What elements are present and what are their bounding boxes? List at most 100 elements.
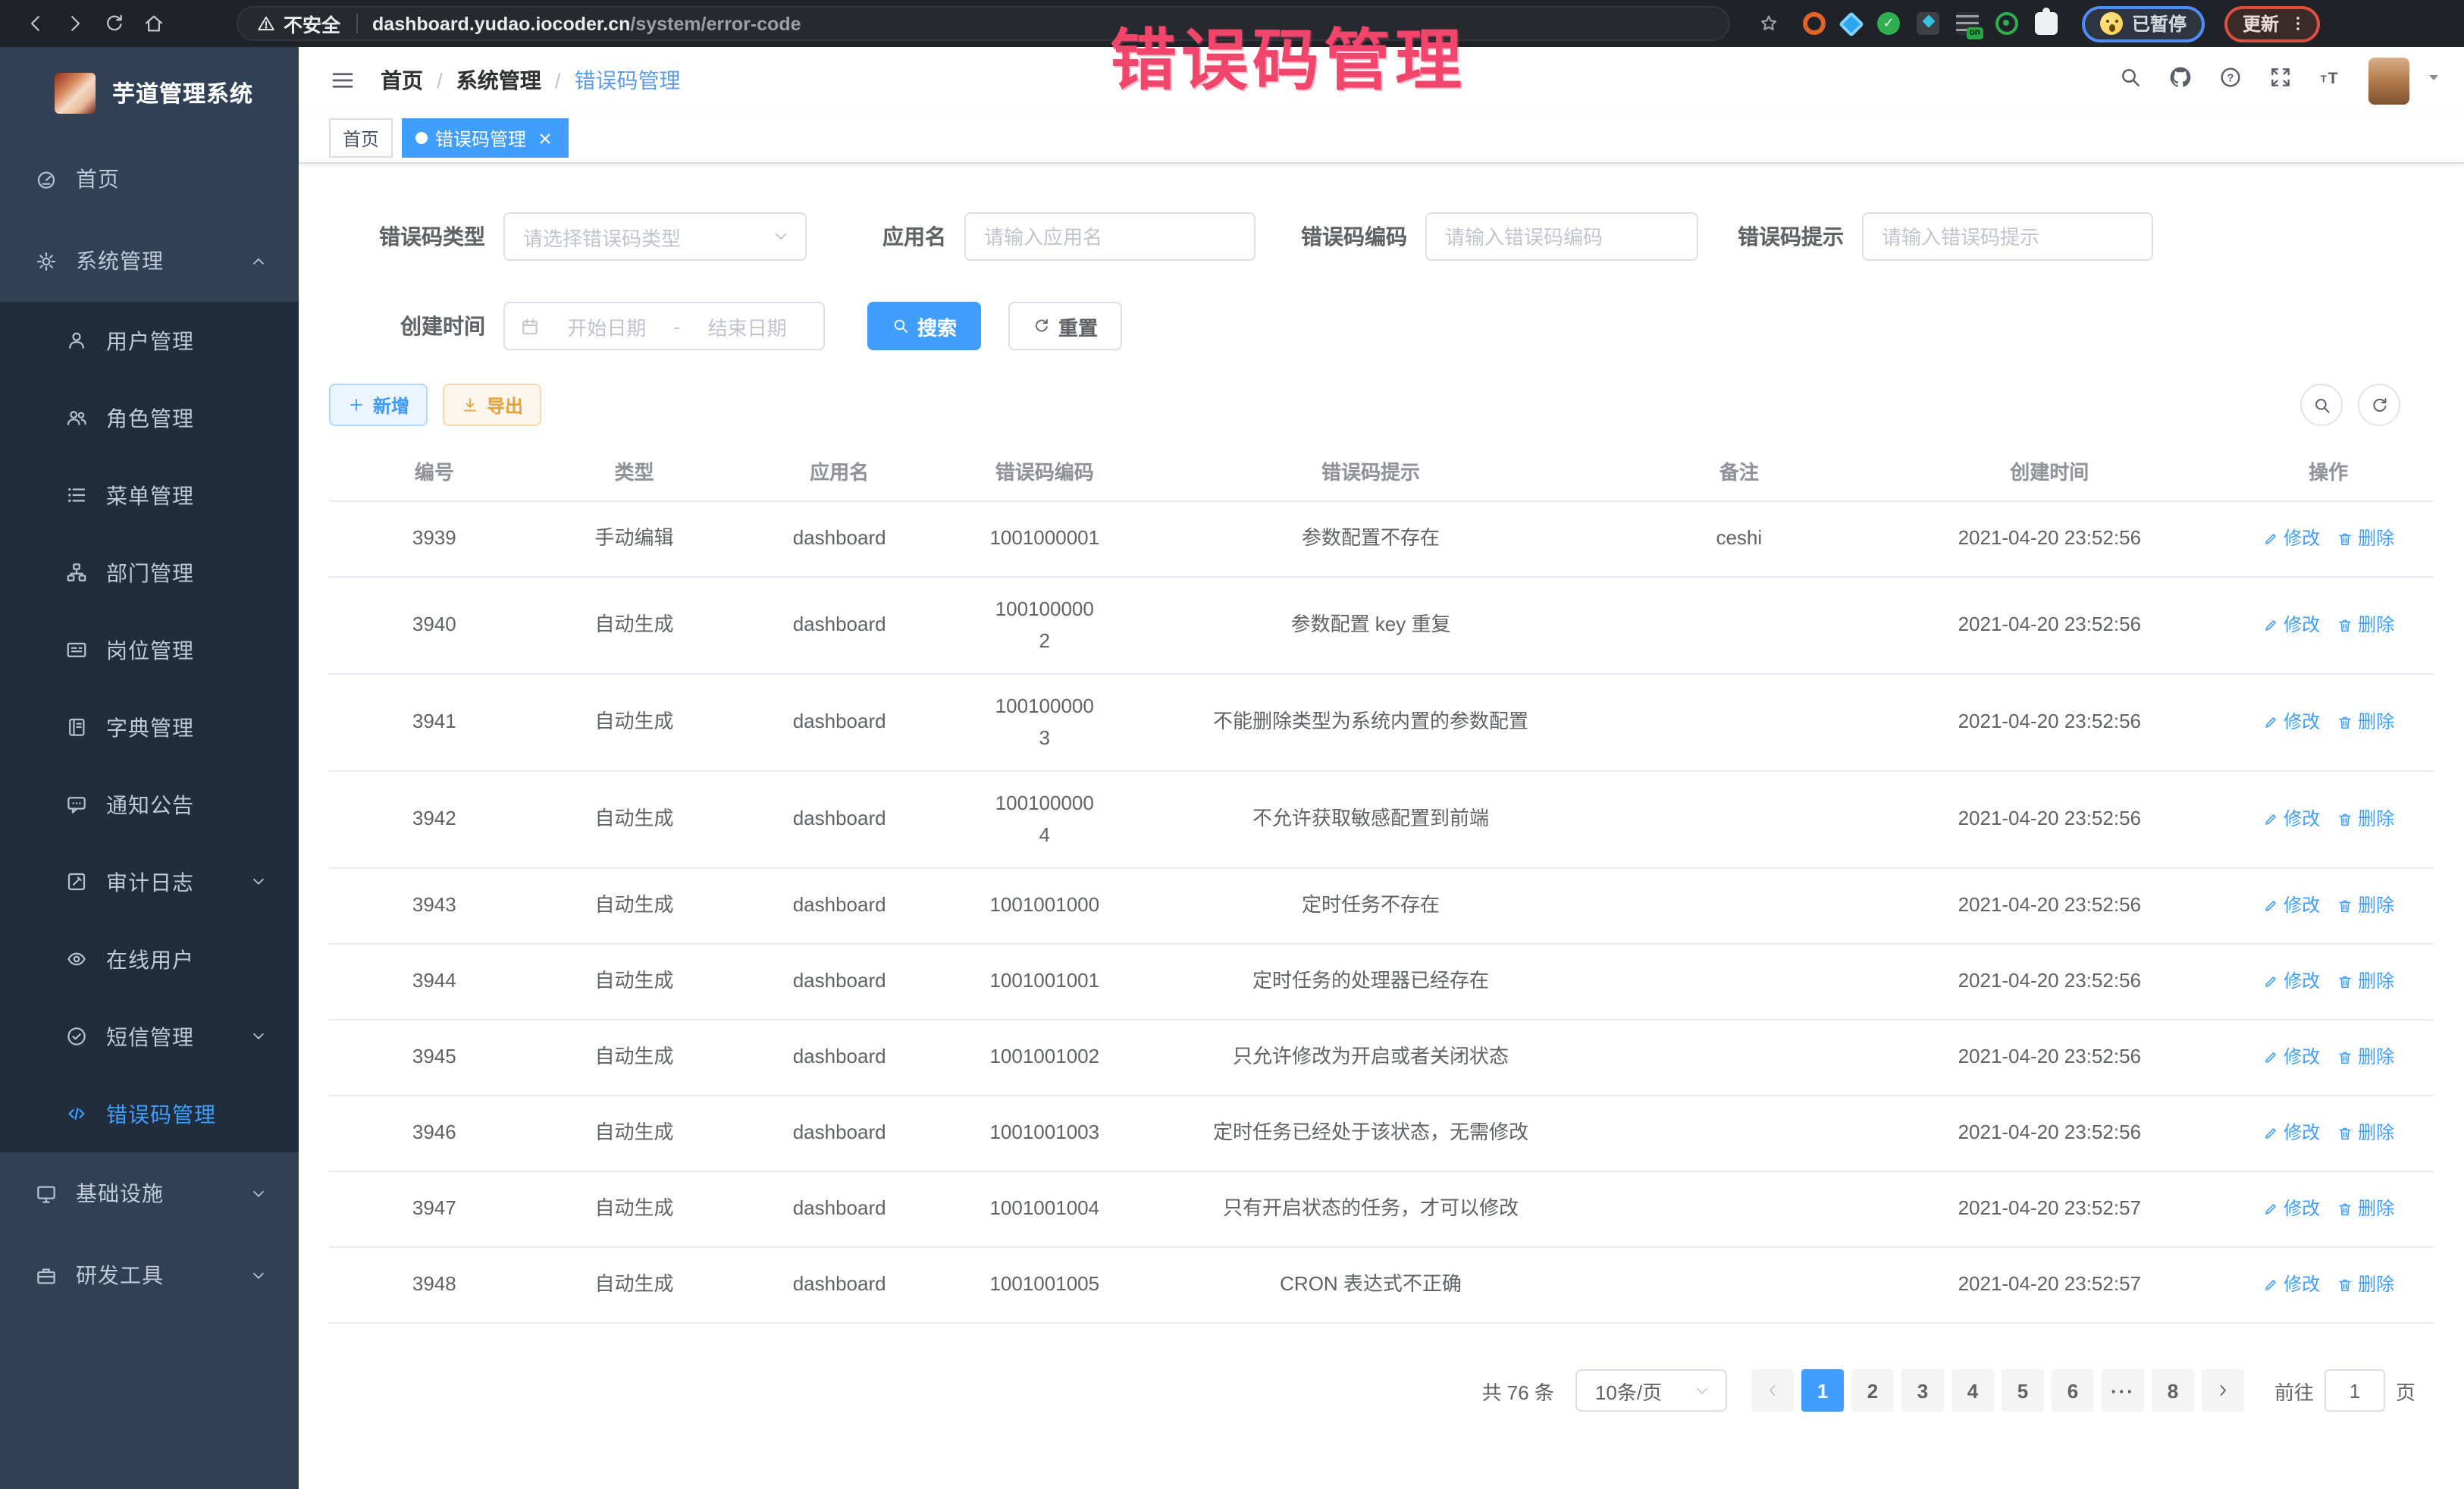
table-row[interactable]: 3946 自动生成 dashboard 1001001003 定时任务已经处于该… [329, 1096, 2434, 1172]
sidebar-item-audit-log[interactable]: 审计日志 [0, 843, 299, 920]
view-tag[interactable]: 首页 [329, 118, 393, 158]
user-avatar[interactable] [2368, 57, 2409, 104]
error-hint-input[interactable] [1862, 212, 2153, 261]
table-row[interactable]: 3941 自动生成 dashboard 100100000 3 不能删除类型为系… [329, 675, 2434, 772]
table-row[interactable]: 3943 自动生成 dashboard 1001001000 定时任务不存在 2… [329, 869, 2434, 945]
edit-button[interactable]: 修改 [2262, 708, 2320, 736]
address-bar[interactable]: 不安全 dashboard.yudao.iocoder.cn/system/er… [237, 6, 1730, 41]
table-row[interactable]: 3948 自动生成 dashboard 1001001005 CRON 表达式不… [329, 1248, 2434, 1324]
extension-check-icon[interactable] [1877, 12, 1900, 35]
browser-menu-icon[interactable] [2288, 14, 2308, 33]
font-size-button[interactable] [2318, 64, 2343, 96]
next-page-button[interactable] [2202, 1369, 2244, 1412]
pagination-page-button[interactable]: 6 [2052, 1369, 2094, 1412]
browser-update-badge[interactable]: 更新 [2224, 5, 2320, 42]
browser-back-button[interactable] [15, 4, 55, 43]
sidebar-item-infrastructure[interactable]: 基础设施 [0, 1152, 299, 1234]
delete-button[interactable]: 删除 [2337, 1195, 2394, 1223]
security-chip[interactable]: 不安全 [256, 9, 340, 38]
extension-gem-icon[interactable] [1839, 11, 1864, 36]
export-button[interactable]: 导出 [443, 384, 541, 426]
extensions-puzzle-icon[interactable] [2035, 12, 2058, 35]
edit-button[interactable]: 修改 [2262, 1271, 2320, 1299]
edit-button[interactable]: 修改 [2262, 1119, 2320, 1147]
sidebar-item-id-card[interactable]: 岗位管理 [0, 611, 299, 688]
sidebar-item-org-tree[interactable]: 部门管理 [0, 534, 299, 611]
sidebar-item-user[interactable]: 用户管理 [0, 302, 299, 379]
github-link[interactable] [2168, 64, 2193, 96]
delete-button[interactable]: 删除 [2337, 1119, 2394, 1147]
extension-keyhole-icon[interactable] [1995, 12, 2018, 35]
sidebar-item-online-user[interactable]: 在线用户 [0, 920, 299, 998]
edit-button[interactable]: 修改 [2262, 1195, 2320, 1223]
edit-button[interactable]: 修改 [2262, 1043, 2320, 1071]
edit-button[interactable]: 修改 [2262, 805, 2320, 833]
edit-button[interactable]: 修改 [2262, 611, 2320, 639]
delete-button[interactable]: 删除 [2337, 1043, 2394, 1071]
table-row[interactable]: 3942 自动生成 dashboard 100100000 4 不允许获取敏感配… [329, 772, 2434, 869]
pagination-more-button[interactable]: ··· [2102, 1369, 2144, 1412]
add-button[interactable]: 新增 [329, 384, 428, 426]
edit-button[interactable]: 修改 [2262, 967, 2320, 995]
edit-button[interactable]: 修改 [2262, 525, 2320, 553]
dashboard-icon [35, 168, 58, 190]
pagination-page-button[interactable]: 8 [2152, 1369, 2194, 1412]
pagination-page-button[interactable]: 3 [1901, 1369, 1944, 1412]
avatar-menu-button[interactable] [2425, 67, 2443, 94]
app-logo-row[interactable]: 芋道管理系统 [0, 47, 299, 138]
bookmark-star-button[interactable] [1748, 4, 1788, 43]
extension-switch-icon[interactable] [1956, 12, 1979, 35]
delete-button[interactable]: 删除 [2337, 967, 2394, 995]
docs-help-button[interactable] [2218, 64, 2243, 96]
prev-page-button[interactable] [1751, 1369, 1794, 1412]
toggle-search-button[interactable] [2300, 384, 2343, 426]
reset-button[interactable]: 重置 [1008, 302, 1122, 350]
refresh-table-button[interactable] [2358, 384, 2400, 426]
pagination-page-button[interactable]: 1 [1801, 1369, 1844, 1412]
browser-home-button[interactable] [133, 4, 173, 43]
profile-paused-badge[interactable]: 已暂停 [2082, 5, 2205, 42]
table-row[interactable]: 3939 手动编辑 dashboard 1001000001 参数配置不存在 c… [329, 502, 2434, 578]
sidebar-item-error-code[interactable]: 错误码管理 [0, 1075, 299, 1152]
delete-button[interactable]: 删除 [2337, 805, 2394, 833]
sidebar-item-users[interactable]: 角色管理 [0, 379, 299, 456]
search-button[interactable]: 搜索 [867, 302, 981, 350]
close-tag-button[interactable] [534, 127, 555, 149]
sidebar-item-menu-list[interactable]: 菜单管理 [0, 456, 299, 534]
table-row[interactable]: 3945 自动生成 dashboard 1001001002 只允许修改为开启或… [329, 1020, 2434, 1096]
extension-grid-icon[interactable] [1917, 12, 1939, 35]
view-tag[interactable]: 错误码管理 [402, 118, 569, 158]
goto-page-input[interactable] [2324, 1369, 2385, 1412]
pagination-page-button[interactable]: 2 [1851, 1369, 1894, 1412]
sidebar-item-gear[interactable]: 系统管理 [0, 220, 299, 302]
sidebar-item-announcement[interactable]: 通知公告 [0, 766, 299, 843]
extension-orange-icon[interactable] [1803, 12, 1826, 35]
sidebar-item-dev-tools[interactable]: 研发工具 [0, 1234, 299, 1316]
table-row[interactable]: 3940 自动生成 dashboard 100100000 2 参数配置 key… [329, 578, 2434, 675]
pagination-page-button[interactable]: 4 [1951, 1369, 1994, 1412]
delete-button[interactable]: 删除 [2337, 892, 2394, 920]
sidebar-toggle-button[interactable] [329, 67, 356, 94]
browser-forward-button[interactable] [55, 4, 94, 43]
table-row[interactable]: 3944 自动生成 dashboard 1001001001 定时任务的处理器已… [329, 945, 2434, 1020]
fullscreen-button[interactable] [2268, 64, 2293, 96]
app-name-input[interactable] [964, 212, 1256, 261]
breadcrumb-item[interactable]: 首页 [381, 65, 423, 96]
edit-button[interactable]: 修改 [2262, 892, 2320, 920]
breadcrumb-item[interactable]: 系统管理 [456, 65, 541, 96]
error-code-input[interactable] [1425, 212, 1698, 261]
browser-reload-button[interactable] [94, 4, 133, 43]
pagination-page-button[interactable]: 5 [2002, 1369, 2044, 1412]
error-type-select[interactable]: 请选择错误码类型 [503, 212, 807, 261]
table-row[interactable]: 3947 自动生成 dashboard 1001001004 只有开启状态的任务… [329, 1172, 2434, 1248]
delete-button[interactable]: 删除 [2337, 525, 2394, 553]
sidebar-item-dictionary[interactable]: 字典管理 [0, 688, 299, 766]
sidebar-item-dashboard[interactable]: 首页 [0, 138, 299, 220]
delete-button[interactable]: 删除 [2337, 1271, 2394, 1299]
sidebar-item-sms[interactable]: 短信管理 [0, 998, 299, 1075]
date-range-picker[interactable]: 开始日期 - 结束日期 [503, 302, 825, 350]
header-search-button[interactable] [2118, 64, 2143, 96]
delete-button[interactable]: 删除 [2337, 611, 2394, 639]
page-size-select[interactable]: 10条/页 [1575, 1369, 1727, 1412]
delete-button[interactable]: 删除 [2337, 708, 2394, 736]
